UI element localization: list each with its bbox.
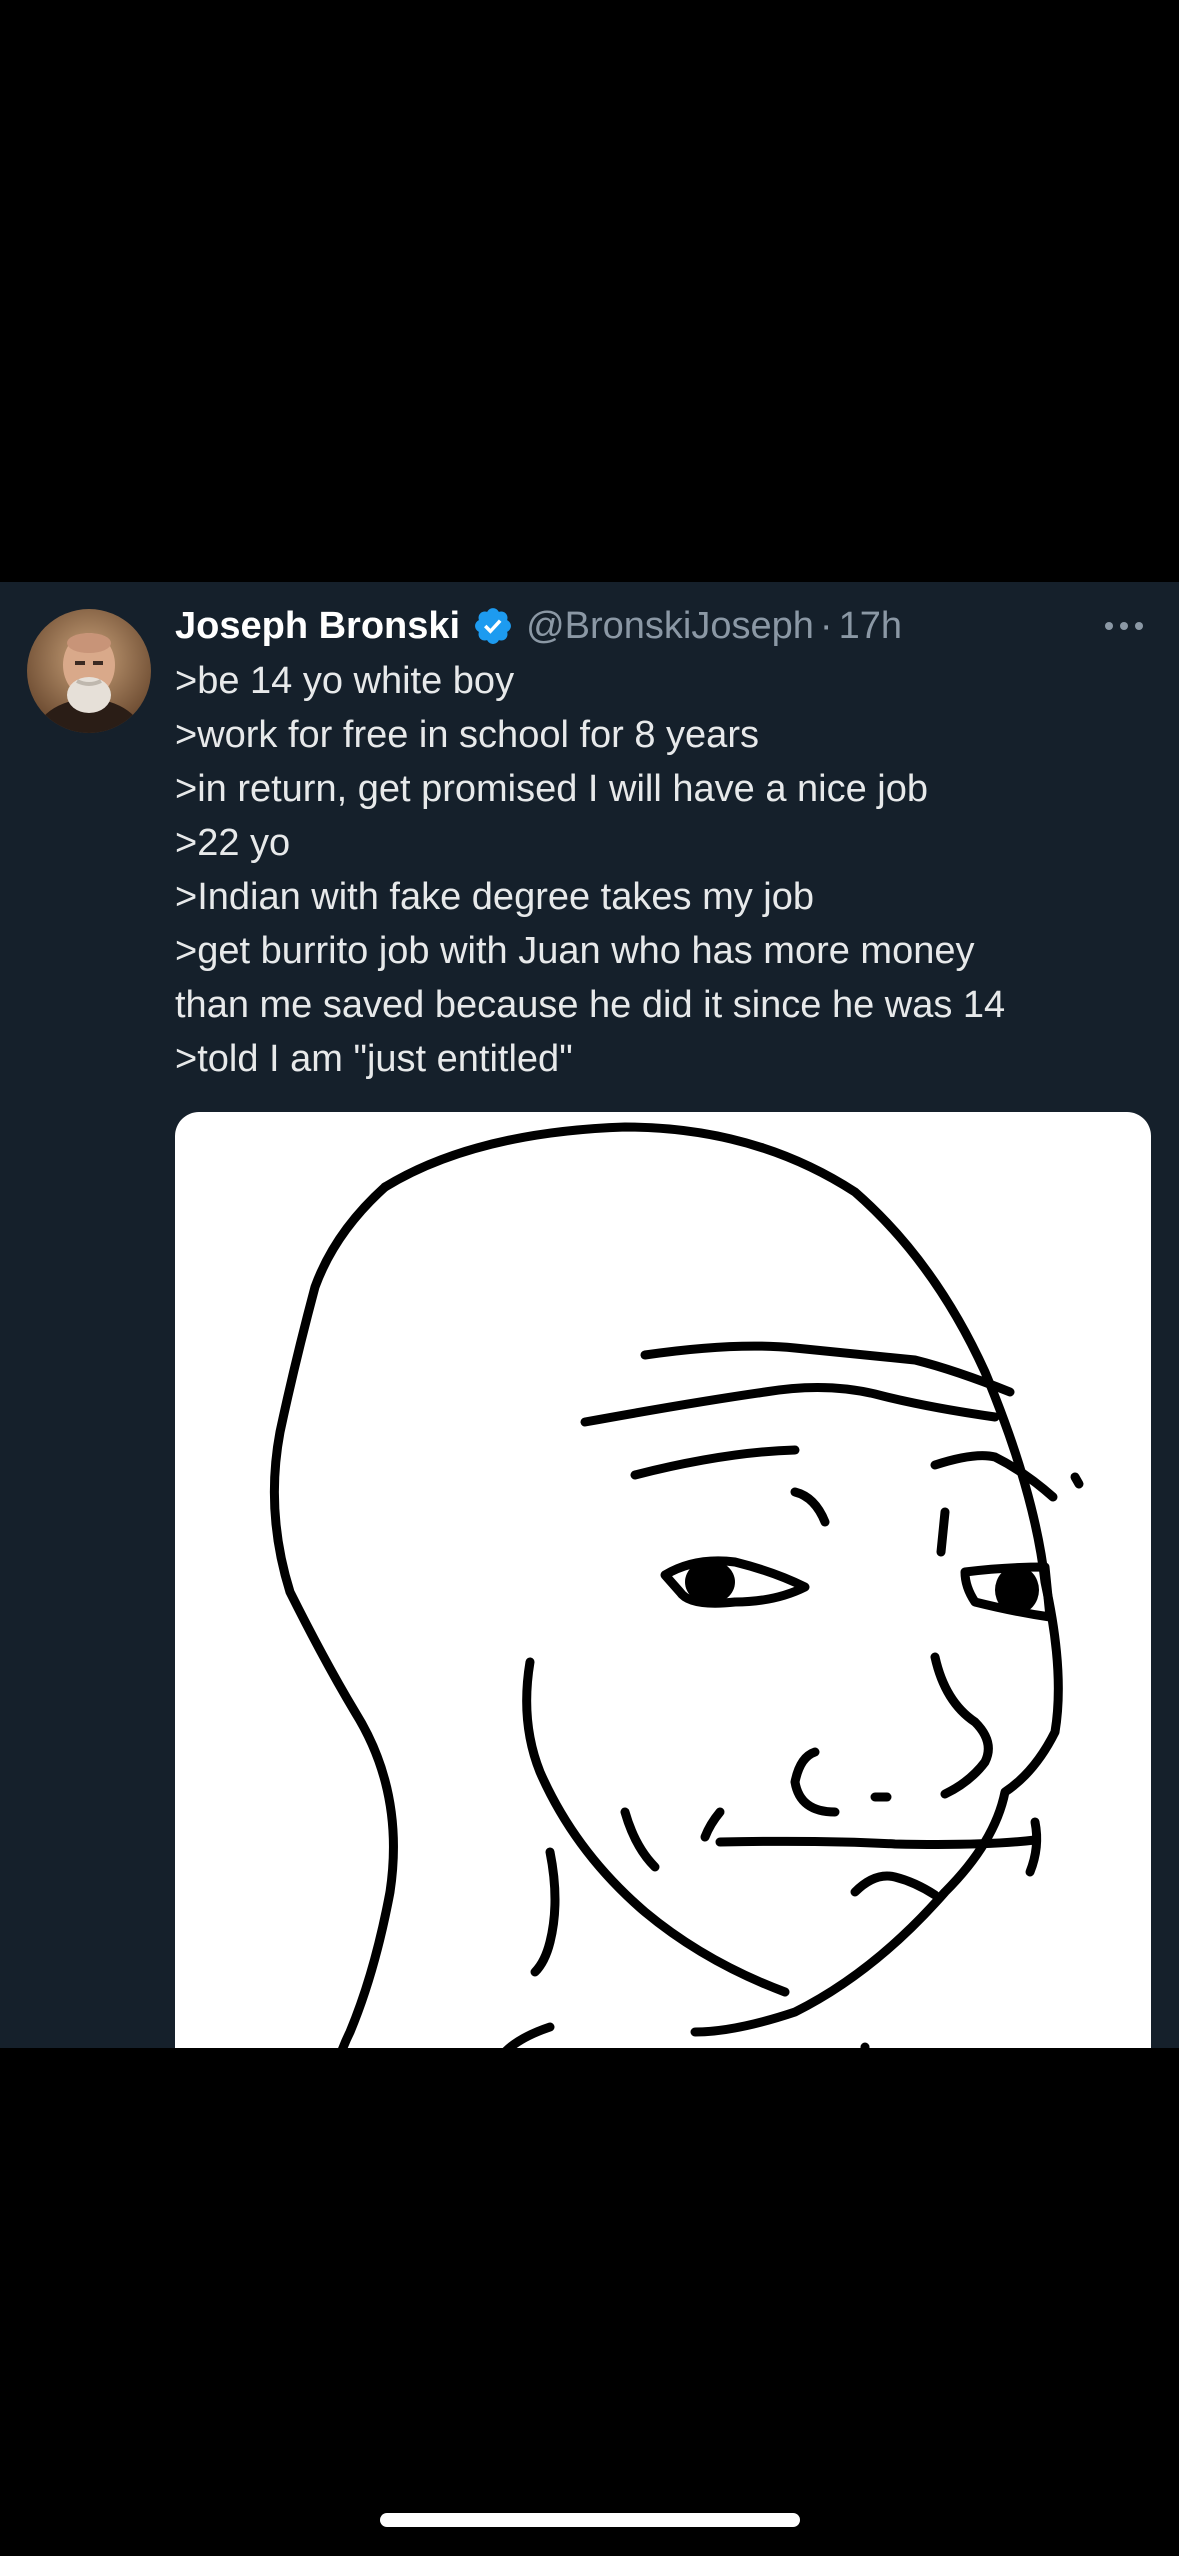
tweet-line: >told I am "just entitled" <box>175 1038 573 1080</box>
bottom-letterbox <box>0 2048 1179 2556</box>
separator-dot: · <box>819 604 833 647</box>
avatar[interactable] <box>27 609 151 733</box>
tweet-line: >Indian with fake degree takes my job <box>175 876 814 918</box>
tweet-line: >22 yo <box>175 822 291 864</box>
tweet-timestamp[interactable]: 17h <box>839 605 902 648</box>
tweet-line: >in return, get promised I will have a n… <box>175 768 929 810</box>
user-handle[interactable]: @BronskiJoseph <box>526 605 814 648</box>
tweet-media-image[interactable] <box>175 1112 1151 2048</box>
tweet-line: >be 14 yo white boy <box>175 660 515 702</box>
tweet-line: >get burrito job with Juan who has more … <box>175 930 975 972</box>
display-name[interactable]: Joseph Bronski <box>175 605 460 648</box>
top-letterbox <box>0 0 1179 582</box>
more-horizontal-icon[interactable] <box>1100 606 1150 646</box>
tweet-text: >be 14 yo white boy >work for free in sc… <box>175 654 1135 1086</box>
wojak-face-drawing <box>269 1122 1084 2048</box>
avatar-portrait-image <box>27 609 151 733</box>
tweet-card[interactable]: Joseph Bronski @BronskiJoseph · 17h >be … <box>0 582 1179 2048</box>
verified-badge-icon <box>472 605 514 647</box>
tweet-header: Joseph Bronski @BronskiJoseph · 17h <box>175 598 902 654</box>
home-indicator[interactable] <box>380 2513 800 2527</box>
tweet-line: than me saved because he did it since he… <box>175 984 1006 1026</box>
tweet-line: >work for free in school for 8 years <box>175 714 759 756</box>
